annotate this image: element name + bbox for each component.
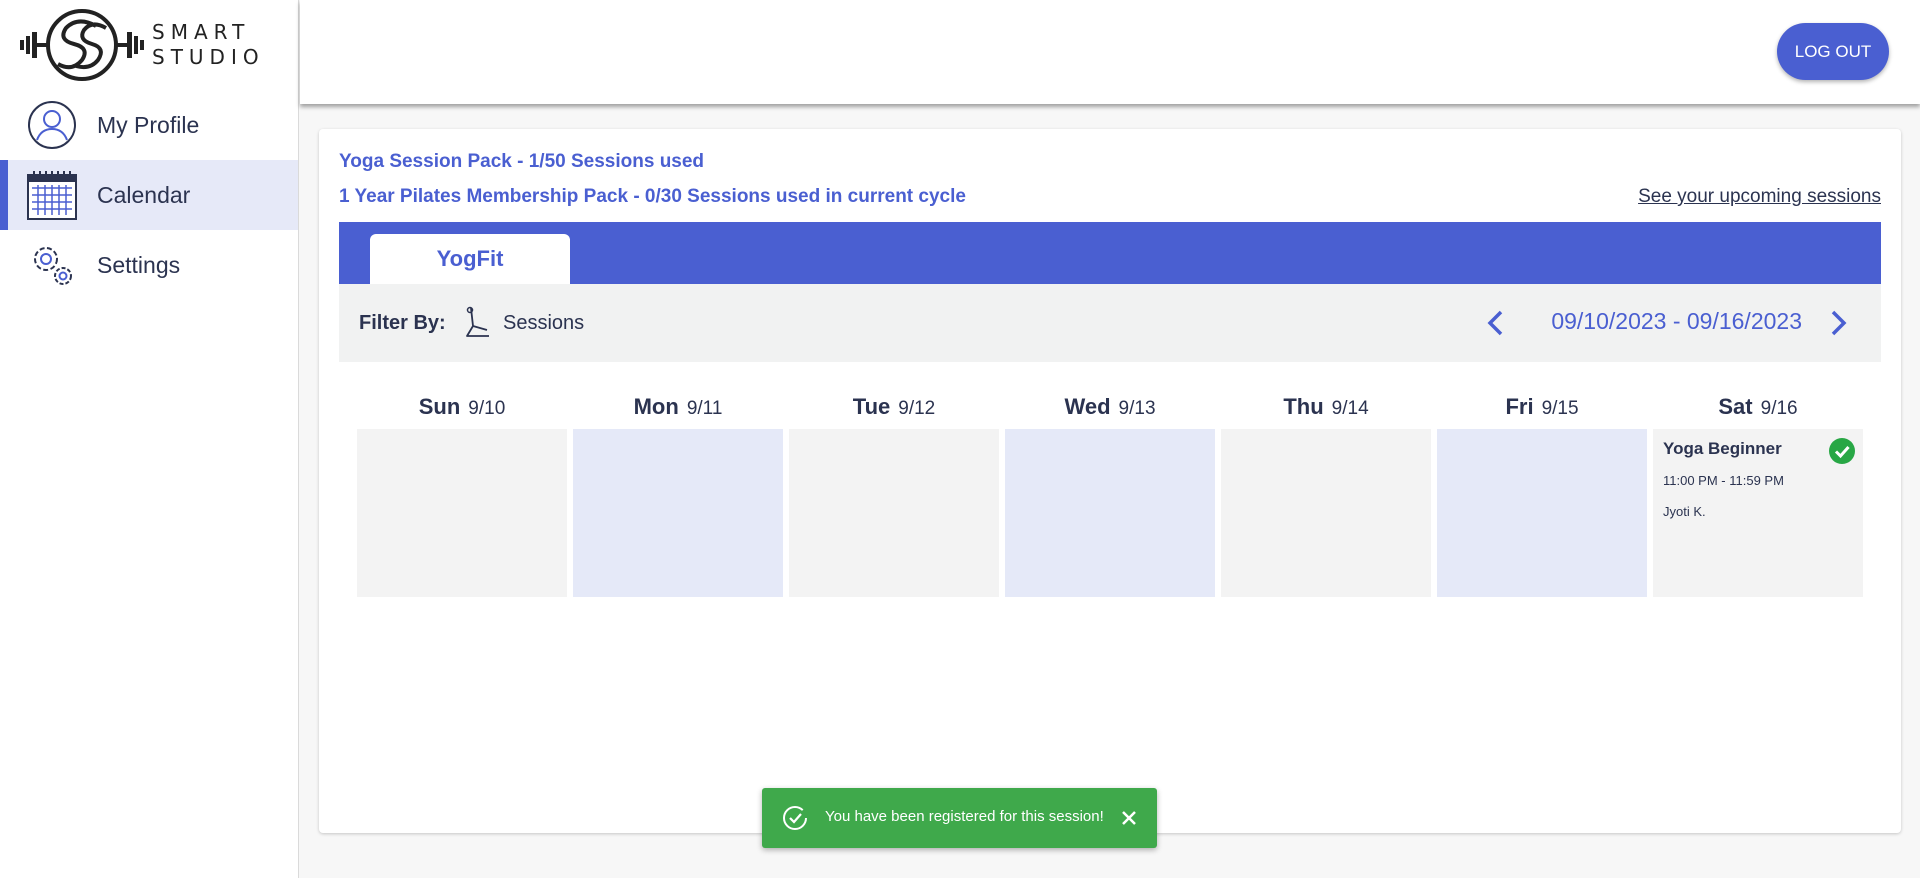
calendar-card: Yoga Session Pack - 1/50 Sessions used 1… — [319, 129, 1901, 833]
session-instructor: Jyoti K. — [1663, 504, 1706, 519]
day-name: Fri — [1505, 394, 1534, 419]
day-name: Thu — [1283, 394, 1324, 419]
day-cell-thu[interactable] — [1221, 429, 1431, 597]
day-name: Tue — [852, 394, 891, 419]
day-header-tue: Tue 9/12 — [789, 394, 999, 420]
pilates-pack-status: 1 Year Pilates Membership Pack - 0/30 Se… — [339, 186, 966, 207]
day-header-fri: Fri 9/15 — [1437, 394, 1647, 420]
dumbbell-logo-icon — [20, 9, 144, 81]
yoga-pose-icon — [463, 306, 495, 340]
yoga-pack-status: Yoga Session Pack - 1/50 Sessions used — [339, 151, 705, 172]
sidebar-item-my-profile[interactable]: My Profile — [0, 90, 298, 160]
chevron-left-icon[interactable] — [1483, 308, 1509, 338]
day-header-wed: Wed 9/13 — [1005, 394, 1215, 420]
day-header-sat: Sat 9/16 — [1653, 394, 1863, 420]
session-card[interactable]: Yoga Beginner 11:00 PM - 11:59 PM Jyoti … — [1663, 439, 1853, 519]
sidebar-item-settings[interactable]: Settings — [0, 230, 298, 300]
week-date-range: 09/10/2023 - 09/16/2023 — [1551, 308, 1802, 334]
user-circle-icon — [26, 99, 78, 151]
filter-bar: Filter By: Sessions 09/10/2023 - 09/16/2… — [339, 284, 1881, 362]
registered-check-icon — [1829, 438, 1855, 464]
logo-text-smart: SMART — [152, 20, 251, 44]
toast-message: You have been registered for this sessio… — [825, 808, 1104, 825]
gears-icon — [26, 239, 78, 291]
top-header: LOG OUT — [300, 0, 1920, 104]
day-header-thu: Thu 9/14 — [1221, 394, 1431, 420]
day-date: 9/10 — [468, 398, 506, 419]
day-header-mon: Mon 9/11 — [573, 394, 783, 420]
logout-button[interactable]: LOG OUT — [1777, 23, 1889, 80]
day-cell-sat[interactable]: Yoga Beginner 11:00 PM - 11:59 PM Jyoti … — [1653, 429, 1863, 597]
day-date: 9/11 — [686, 398, 723, 419]
day-header-sun: Sun 9/10 — [357, 394, 567, 420]
day-date: 9/13 — [1118, 398, 1156, 419]
filter-label: Filter By: — [359, 312, 446, 334]
day-name: Wed — [1064, 394, 1111, 419]
logo-wordmark: SMART STUDIO — [152, 20, 265, 70]
sidebar-item-label: Settings — [97, 251, 181, 278]
session-time: 11:00 PM - 11:59 PM — [1663, 473, 1784, 488]
smart-studio-logo[interactable]: SMART STUDIO — [18, 6, 278, 84]
sidebar: SMART STUDIO My Profile Calendar Setting… — [0, 0, 299, 878]
day-name: Sat — [1718, 394, 1753, 419]
session-title: Yoga Beginner — [1663, 439, 1782, 458]
upcoming-sessions-link[interactable]: See your upcoming sessions — [1638, 186, 1881, 208]
day-cell-tue[interactable] — [789, 429, 999, 597]
sidebar-item-label: My Profile — [97, 111, 200, 138]
studio-tabbar: YogFit — [339, 222, 1881, 284]
day-cell-mon[interactable] — [573, 429, 783, 597]
close-icon[interactable] — [1119, 808, 1139, 828]
day-date: 9/12 — [898, 398, 936, 419]
day-cell-sun[interactable] — [357, 429, 567, 597]
day-name: Mon — [633, 394, 679, 419]
sidebar-item-calendar[interactable]: Calendar — [0, 160, 298, 230]
filter-option-sessions[interactable]: Sessions — [503, 312, 584, 335]
success-toast: You have been registered for this sessio… — [762, 788, 1157, 848]
day-cell-wed[interactable] — [1005, 429, 1215, 597]
day-date: 9/16 — [1760, 398, 1798, 419]
day-date: 9/15 — [1541, 398, 1579, 419]
check-circle-icon — [782, 805, 808, 831]
day-cell-fri[interactable] — [1437, 429, 1647, 597]
chevron-right-icon[interactable] — [1825, 308, 1851, 338]
tab-yogfit[interactable]: YogFit — [370, 234, 570, 284]
logo-text-studio: STUDIO — [152, 45, 265, 69]
day-date: 9/14 — [1331, 398, 1369, 419]
sidebar-item-label: Calendar — [97, 181, 191, 208]
calendar-icon — [26, 169, 78, 221]
day-name: Sun — [418, 394, 461, 419]
